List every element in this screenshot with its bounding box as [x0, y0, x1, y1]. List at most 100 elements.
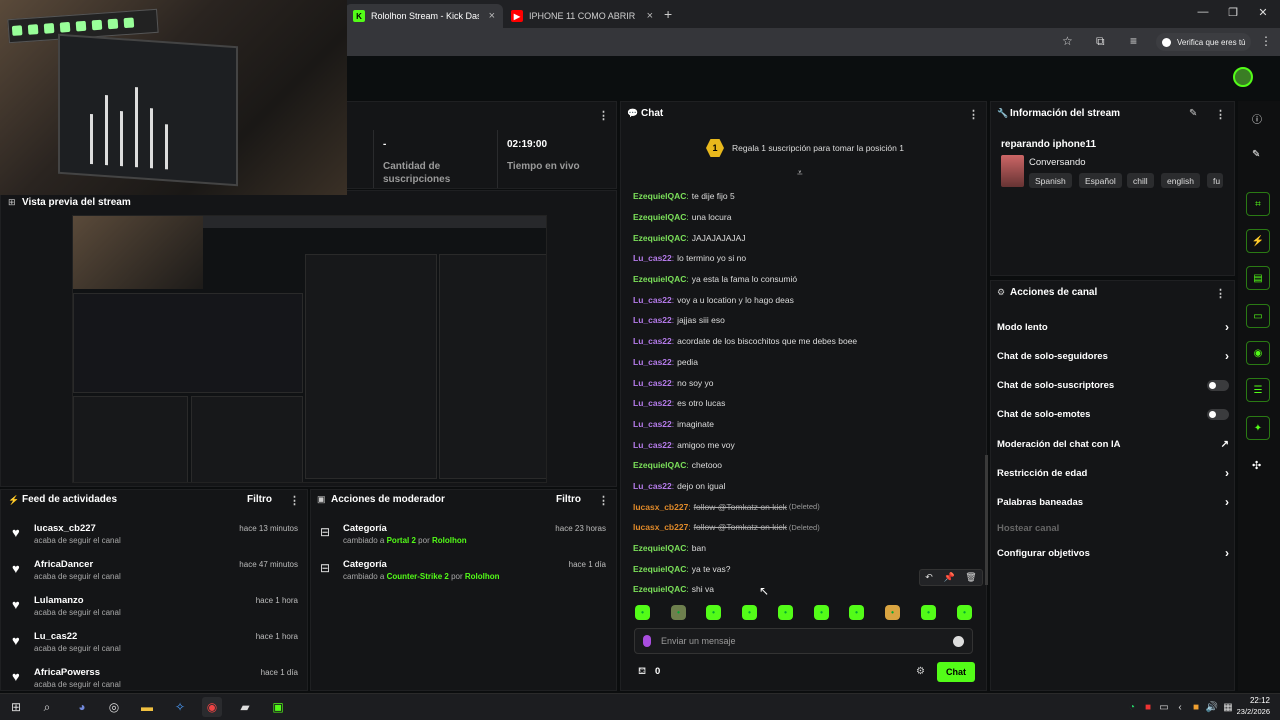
emote-icon[interactable]: • [671, 605, 686, 620]
gift-prompt[interactable]: Regala 1 suscripción para tomar la posic… [732, 143, 904, 153]
chat-settings-icon[interactable]: ⚙ [916, 666, 925, 677]
stream-info-menu-icon[interactable]: ⋮ [1215, 108, 1226, 121]
stream-preview-video[interactable] [72, 215, 547, 483]
chat-username[interactable]: Lu_cas22 [633, 357, 672, 367]
emote-icon[interactable]: • [742, 605, 757, 620]
chat-username[interactable]: Lu_cas22 [633, 378, 672, 388]
emote-icon[interactable]: • [885, 605, 900, 620]
chat-username[interactable]: lucasx_cb227 [633, 502, 688, 512]
channel-actions-menu-icon[interactable]: ⋮ [1215, 287, 1226, 300]
chat-message[interactable]: lucasx_cb227: follow @Tomkatz on kick (Del… [633, 517, 978, 538]
chat-username[interactable]: Lu_cas22 [633, 419, 672, 429]
chat-message[interactable]: Lu_cas22: imaginate [633, 414, 978, 435]
subscribers-only-toggle[interactable] [1207, 379, 1229, 391]
obs-icon[interactable]: ▣ [268, 697, 288, 717]
chat-message[interactable]: Lu_cas22: acordate de los biscochitos que… [633, 331, 978, 352]
chat-username[interactable]: Lu_cas22 [633, 481, 672, 491]
avatar[interactable] [1233, 67, 1253, 87]
emote-icon[interactable]: • [778, 605, 793, 620]
chat-username[interactable]: lucasx_cb227 [633, 522, 688, 532]
clip-icon[interactable]: ⌗ [1246, 192, 1270, 216]
copilot-icon[interactable]: ✧ [170, 697, 190, 717]
chat-message[interactable]: EzequielQAC: JAJAJAJAJAJ [633, 227, 978, 248]
chat-message-input[interactable]: Enviar un mensaje [634, 628, 973, 654]
emote-icon[interactable]: • [849, 605, 864, 620]
age-restriction-row[interactable]: Restricción de edad › [997, 463, 1229, 483]
broadcast-icon[interactable]: ◉ [1246, 341, 1270, 365]
chat-username[interactable]: Lu_cas22 [633, 253, 672, 263]
chat-icon[interactable]: ▭ [1246, 304, 1270, 328]
mod-filter-button[interactable]: Filtro [556, 494, 581, 505]
reply-icon[interactable]: ↶ [925, 572, 933, 583]
emote-icon[interactable]: • [921, 605, 936, 620]
chat-message[interactable]: EzequielQAC: ya esta la fama lo consumió [633, 269, 978, 290]
chat-message[interactable]: lucasx_cb227: follow @Tomkatz on kick (Del… [633, 496, 978, 517]
lightning-icon[interactable]: ⚡ [1246, 229, 1270, 253]
chat-username[interactable]: EzequielQAC [633, 274, 686, 284]
bookmark-star-icon[interactable]: ☆ [1062, 34, 1073, 48]
emote-icon[interactable]: • [635, 605, 650, 620]
discord-icon[interactable]: ◕ [72, 697, 92, 717]
document-icon[interactable]: ▤ [1246, 266, 1270, 290]
emote-icon[interactable]: • [957, 605, 972, 620]
folder-icon[interactable]: ▬ [137, 697, 157, 717]
send-chat-button[interactable]: Chat [937, 662, 975, 682]
trash-icon[interactable]: 🗑 [965, 572, 976, 583]
chat-message[interactable]: EzequielQAC: ban [633, 538, 978, 559]
browser-tab-youtube[interactable]: ▶ IPHONE 11 COMO ABRIR E TRO × [503, 4, 661, 28]
new-tab-button[interactable]: + [664, 6, 672, 22]
chat-scrollbar[interactable] [985, 455, 988, 585]
search-icon[interactable]: ⌕ [37, 697, 57, 717]
pencil-icon[interactable]: ✎ [1252, 149, 1260, 160]
mod-menu-icon[interactable]: ⋮ [598, 494, 609, 507]
close-tab-icon[interactable]: × [647, 10, 653, 22]
chat-message[interactable]: Lu_cas22: pedia [633, 352, 978, 373]
chat-message[interactable]: Lu_cas22: lo termino yo si no [633, 248, 978, 269]
stats-menu-icon[interactable]: ⋮ [598, 109, 609, 122]
minimize-button[interactable]: — [1188, 6, 1218, 18]
app-icon[interactable]: ▰ [235, 697, 255, 717]
add-widget-icon[interactable]: ✣ [1252, 459, 1261, 472]
chat-message[interactable]: Lu_cas22: no soy yo [633, 372, 978, 393]
windows-start-icon[interactable]: ⊞ [6, 697, 26, 717]
slow-mode-row[interactable]: Modo lento › [997, 317, 1229, 337]
info-icon[interactable]: ⓘ [1252, 111, 1262, 126]
tool-icon[interactable]: ✦ [1246, 416, 1270, 440]
chat-username[interactable]: EzequielQAC [633, 191, 686, 201]
chat-username[interactable]: EzequielQAC [633, 584, 686, 594]
close-tab-icon[interactable]: × [489, 10, 495, 22]
browser-tab-kick[interactable]: K Rololhon Stream - Kick Dashbo × [345, 4, 503, 28]
chat-username[interactable]: Lu_cas22 [633, 336, 672, 346]
close-window-button[interactable]: ✕ [1248, 6, 1278, 19]
pin-icon[interactable]: 📌 [943, 572, 954, 583]
extensions-icon[interactable]: ⧉ [1096, 34, 1105, 49]
chat-username[interactable]: EzequielQAC [633, 543, 686, 553]
chat-menu-icon[interactable]: ⋮ [968, 108, 979, 121]
chat-message[interactable]: Lu_cas22: amigoo me voy [633, 434, 978, 455]
media-control-icon[interactable]: ≡ [1130, 34, 1137, 48]
chat-message[interactable]: Lu_cas22: dejo on igual [633, 476, 978, 497]
chat-username[interactable]: Lu_cas22 [633, 315, 672, 325]
mic-icon[interactable] [643, 635, 651, 647]
activity-filter-button[interactable]: Filtro [247, 494, 272, 505]
chat-username[interactable]: EzequielQAC [633, 564, 686, 574]
verify-profile-chip[interactable]: Verifica que eres tú [1156, 33, 1252, 51]
restore-button[interactable]: ❐ [1218, 6, 1248, 19]
pinned-expand-icon[interactable]: ⩡ [797, 168, 803, 179]
chat-username[interactable]: Lu_cas22 [633, 398, 672, 408]
chat-username[interactable]: EzequielQAC [633, 460, 686, 470]
ai-moderation-row[interactable]: Moderación del chat con IA ↗ [997, 434, 1229, 454]
chat-username[interactable]: Lu_cas22 [633, 440, 672, 450]
emotes-only-toggle[interactable] [1207, 408, 1229, 420]
chat-message[interactable]: EzequielQAC: una locura [633, 207, 978, 228]
emoji-icon[interactable] [953, 636, 964, 647]
chat-username[interactable]: EzequielQAC [633, 233, 686, 243]
goals-row[interactable]: Configurar objetivos › [997, 543, 1229, 563]
emote-icon[interactable]: • [706, 605, 721, 620]
activity-menu-icon[interactable]: ⋮ [289, 494, 300, 507]
chat-message[interactable]: EzequielQAC: te dije fijo 5 [633, 186, 978, 207]
followers-only-row[interactable]: Chat de solo-seguidores › [997, 346, 1229, 366]
chat-username[interactable]: Lu_cas22 [633, 295, 672, 305]
chat-username[interactable]: EzequielQAC [633, 212, 686, 222]
chat-message[interactable]: Lu_cas22: jajjas siii eso [633, 310, 978, 331]
